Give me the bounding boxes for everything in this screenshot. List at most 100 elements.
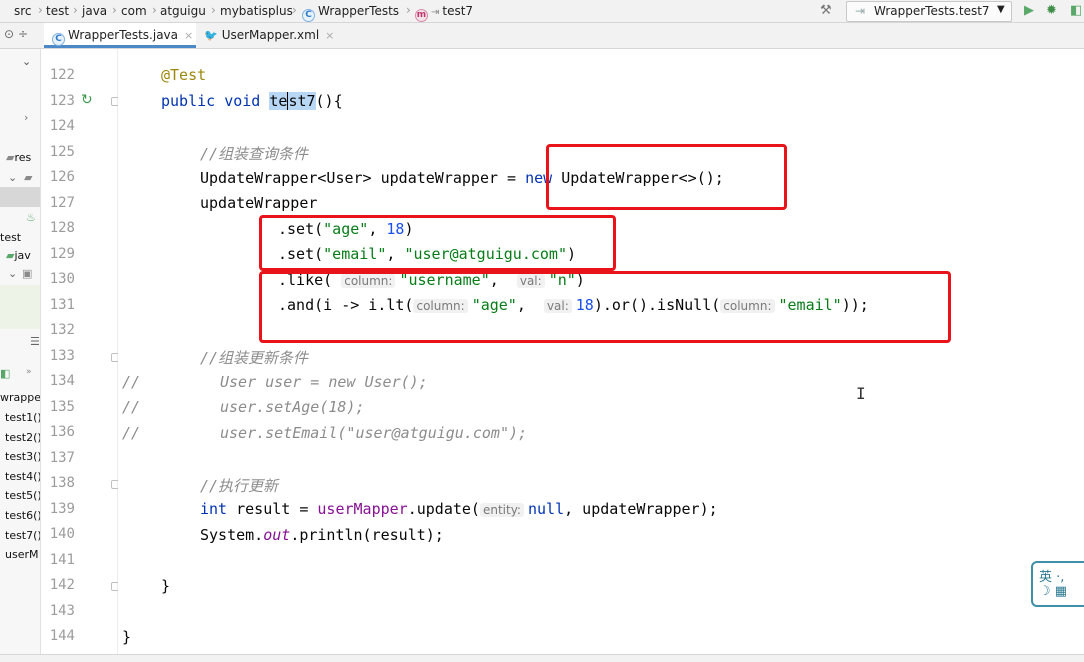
chevron-down-icon[interactable]: ⌄: [8, 171, 17, 184]
project-settings-icon[interactable]: ⊙: [4, 27, 14, 41]
close-tab-icon[interactable]: ×: [325, 29, 334, 42]
structure-icon[interactable]: ☰: [30, 335, 40, 348]
code-token: (){: [315, 92, 343, 110]
comment: //执行更新: [200, 477, 279, 495]
breadcrumb-src[interactable]: src: [14, 4, 32, 18]
code-line-136: //: [122, 424, 140, 442]
line-number: 129: [49, 246, 75, 262]
chevron-down-icon[interactable]: ⌄: [8, 267, 17, 280]
text-cursor-icon: I: [856, 384, 866, 403]
breadcrumb-class[interactable]: C WrapperTests: [302, 4, 399, 22]
breadcrumb-mybatisplus[interactable]: mybatisplus: [220, 4, 293, 18]
tree-item-label: res: [14, 151, 32, 164]
code-line-133: //组装更新条件: [200, 347, 308, 368]
breadcrumb-separator: ›: [211, 3, 216, 17]
line-number: 130: [49, 271, 75, 287]
editor-gutter[interactable]: 122 123 ↻ 124 125 126 127 128 129 130 13…: [41, 49, 120, 654]
breadcrumb-java[interactable]: java: [82, 4, 107, 18]
debug-icon[interactable]: ✹: [1046, 3, 1057, 18]
breadcrumb-separator: ›: [406, 3, 411, 17]
ime-widget[interactable]: 英 ·, ☽ ▦: [1031, 561, 1084, 607]
breadcrumb-test[interactable]: test: [46, 4, 69, 18]
structure-item-test2[interactable]: test2(): [5, 431, 40, 444]
code-line-122: @Test: [161, 66, 206, 84]
comment: //: [122, 398, 141, 416]
class-icon: C: [302, 9, 315, 22]
code-line-123: public void test7(){: [161, 92, 343, 110]
highlight-box-new-wrapper: [546, 144, 787, 210]
structure-item-usermapper[interactable]: userM: [5, 548, 38, 561]
structure-item-test1[interactable]: test1(): [5, 411, 40, 424]
structure-item-test4[interactable]: test4(): [5, 470, 40, 483]
chevron-down-icon[interactable]: ⌄: [22, 55, 31, 68]
field-reference: userMapper: [317, 500, 408, 518]
expand-icon[interactable]: »: [26, 367, 32, 377]
line-number: 135: [49, 399, 75, 415]
breadcrumb-separator: ›: [152, 3, 157, 17]
breadcrumb-method-label: test7: [442, 4, 474, 18]
structure-item-test7[interactable]: test7(): [5, 529, 40, 542]
selected-tree-row[interactable]: [0, 187, 40, 207]
line-number: 139: [49, 501, 75, 517]
comment: //: [122, 373, 141, 391]
line-number: 140: [49, 526, 75, 542]
editor-tab-bar: ⊙ ÷ C WrapperTests.java × 🐦 UserMapper.xml ×: [0, 23, 1084, 49]
code-editor[interactable]: @Test public void test7(){ //组装查询条件 Upda…: [118, 49, 1084, 654]
code-line-136-body: user.setEmail("user@atguigu.com");: [220, 424, 527, 442]
coverage-icon[interactable]: ◧: [1070, 3, 1082, 18]
code-line-134-body: User user = new User();: [220, 373, 428, 391]
structure-item-test3[interactable]: test3(): [5, 450, 40, 463]
line-number: 143: [49, 603, 75, 619]
breadcrumb-atguigu[interactable]: atguigu: [160, 4, 206, 18]
tab-wrapper-tests[interactable]: C WrapperTests.java ×: [44, 23, 196, 48]
comment: //组装更新条件: [200, 349, 309, 367]
breadcrumb-com[interactable]: com: [121, 4, 147, 18]
tab-user-mapper-xml[interactable]: 🐦 UserMapper.xml ×: [200, 23, 350, 48]
tree-item-label: jav: [14, 249, 31, 262]
tab-label: WrapperTests.java: [68, 28, 179, 42]
run-configuration-select[interactable]: ⇥ WrapperTests.test7 ▼: [846, 1, 1012, 22]
parameter-hint: entity:: [479, 503, 524, 517]
close-tab-icon[interactable]: ×: [184, 29, 193, 42]
breadcrumb-method[interactable]: m ⇥ test7: [415, 4, 473, 22]
code-token: , updateWrapper);: [564, 500, 718, 518]
line-number: 137: [49, 450, 75, 466]
breadcrumb: src › test › java › com › atguigu › myba…: [0, 0, 1084, 23]
tree-item-java[interactable]: ▰jav: [6, 249, 31, 262]
method-name-part: st7: [288, 92, 316, 110]
code-line-127: updateWrapper: [200, 194, 317, 212]
breadcrumb-separator: ›: [38, 3, 43, 17]
collapse-icon[interactable]: ÷: [18, 27, 28, 41]
code-token: }: [161, 577, 171, 595]
line-number: 134: [49, 373, 75, 389]
tree-item-test[interactable]: test: [0, 231, 21, 244]
line-number: 128: [49, 220, 75, 236]
chevron-right-icon[interactable]: ›: [24, 111, 28, 124]
keyword: null: [527, 500, 565, 518]
run-icon[interactable]: ▶: [1024, 3, 1034, 18]
code-line-125: //组装查询条件: [200, 143, 308, 164]
ime-tools-label: ☽ ▦: [1039, 584, 1068, 599]
build-hammer-icon[interactable]: ⚒: [820, 3, 832, 18]
code-line-139: int result = userMapper.update(entity: nu…: [200, 500, 718, 518]
line-number: 132: [49, 322, 75, 338]
line-number: 126: [49, 169, 75, 185]
code-token: .println(result);: [290, 526, 444, 544]
code-line-138: //执行更新: [200, 475, 278, 496]
run-test-gutter-icon[interactable]: ↻: [81, 92, 93, 108]
code-line-140: System.out.println(result);: [200, 526, 444, 544]
comment: user.setEmail("user@atguigu.com");: [220, 424, 528, 442]
line-number: 123: [49, 93, 75, 109]
structure-item-test5[interactable]: test5(): [5, 489, 40, 502]
structure-item-test6[interactable]: test6(): [5, 509, 40, 522]
method-icon: m: [415, 9, 428, 22]
line-number: 144: [49, 628, 75, 644]
breadcrumb-separator: ›: [112, 3, 117, 17]
structure-item-wrapper[interactable]: wrapper: [0, 391, 40, 404]
line-number: 141: [49, 552, 75, 568]
tree-item-resources[interactable]: ▰res: [6, 151, 31, 164]
highlight-box-set-calls: [259, 215, 616, 271]
run-config-label: WrapperTests.test7: [874, 4, 990, 18]
line-number: 127: [49, 195, 75, 211]
code-line-134: //: [122, 373, 140, 391]
